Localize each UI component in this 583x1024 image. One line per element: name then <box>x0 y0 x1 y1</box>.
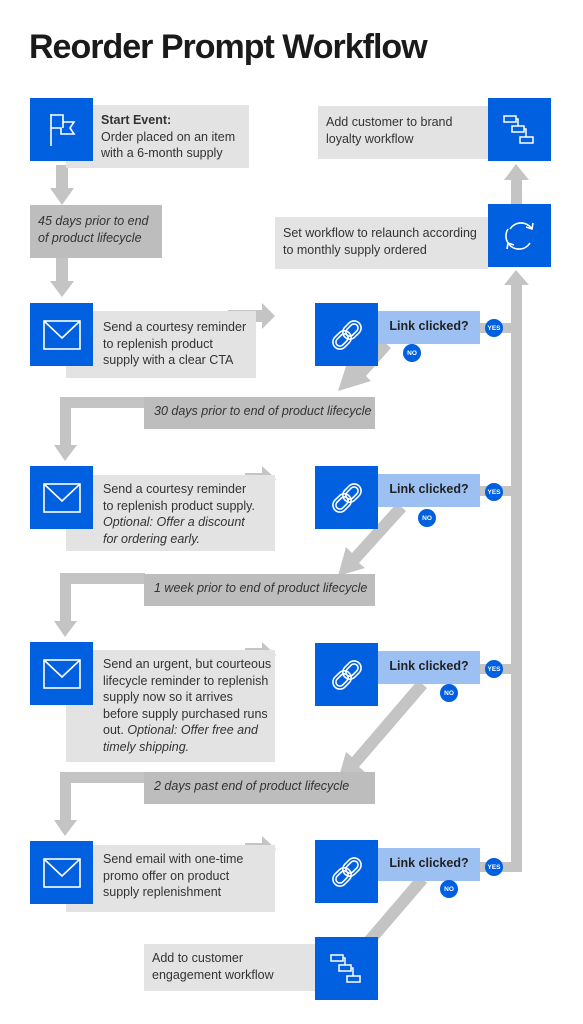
workflow-icon <box>502 114 534 144</box>
timing-text: 45 days prior to end <box>38 214 149 228</box>
elbow-2 <box>60 772 145 783</box>
step-optional-text: timely shipping. <box>103 739 190 754</box>
timing-band-45-days: 45 days prior to end of product lifecycl… <box>30 205 162 258</box>
refresh-icon <box>504 221 534 250</box>
no-badge: NO <box>440 684 458 702</box>
decision-3-label: Link clicked? <box>378 651 480 684</box>
step-text: to replenish product <box>103 336 213 351</box>
envelope-icon <box>42 319 81 350</box>
envelope-icon <box>42 857 81 888</box>
connector-45-down <box>56 258 68 283</box>
engagement-text: engagement workflow <box>152 967 274 982</box>
engagement-tile[interactable] <box>315 937 378 1000</box>
decision-2-tile[interactable] <box>315 466 378 529</box>
relaunch-text: to monthly supply ordered <box>283 242 427 257</box>
step-text: promo offer on product <box>103 868 230 883</box>
step-1-tile[interactable] <box>30 303 93 366</box>
no-badge: NO <box>403 344 421 362</box>
step-3-box: Send an urgent, but courteous lifecycle … <box>66 650 275 762</box>
step-4-tile[interactable] <box>30 841 93 904</box>
step-optional-text: Optional: Offer free and <box>127 723 258 737</box>
start-event-tile[interactable] <box>30 98 93 161</box>
link-icon <box>331 482 362 513</box>
relaunch-box: Set workflow to relaunch according to mo… <box>275 217 488 269</box>
step-3-tile[interactable] <box>30 642 93 705</box>
elbow-30 <box>60 397 145 408</box>
step-2-box: Send a courtesy reminder to replenish pr… <box>66 475 275 551</box>
decision-4-label: Link clicked? <box>378 848 480 881</box>
arrow-head <box>504 164 529 180</box>
envelope-icon <box>42 482 81 513</box>
step-text: out. <box>103 723 124 737</box>
decision-3-tile[interactable] <box>315 643 378 706</box>
yes-badge: YES <box>485 319 503 337</box>
workflow-icon <box>329 953 361 983</box>
yes-badge: YES <box>485 483 503 501</box>
no-badge: NO <box>418 509 436 527</box>
step-text: Send email with one-time <box>103 852 244 866</box>
start-event-line: Order placed on an item <box>101 129 236 144</box>
engagement-box: Add to customer engagement workflow <box>144 944 324 991</box>
step-optional-text: for ordering early. <box>103 531 201 546</box>
step-1-box: Send a courtesy reminder to replenish pr… <box>66 311 256 378</box>
decision-2-label: Link clicked? <box>378 474 480 507</box>
step-text: supply now so it arrives <box>103 690 233 704</box>
loyalty-text: Add customer to brand <box>326 115 453 129</box>
step-text: supply replenishment <box>103 885 222 899</box>
step-4-box: Send email with one-time promo offer on … <box>66 845 275 912</box>
link-icon <box>331 319 362 350</box>
step-text: Send a courtesy reminder <box>103 482 247 496</box>
step-optional-text: Optional: Offer a discount <box>103 515 245 529</box>
relaunch-text: Set workflow to relaunch according <box>283 226 477 240</box>
yes-trunk <box>511 283 522 872</box>
step-2-tile[interactable] <box>30 466 93 529</box>
loyalty-tile[interactable] <box>488 98 551 161</box>
step-text: lifecycle reminder to replenish <box>103 673 269 688</box>
no-badge: NO <box>440 880 458 898</box>
step-text: to replenish product supply. <box>103 498 255 513</box>
elbow-7 <box>60 573 145 584</box>
arrow-head <box>504 270 529 285</box>
timing-band-2-days: 2 days past end of product lifecycle <box>144 772 375 804</box>
arrow-head <box>54 445 77 461</box>
step-text: Send an urgent, but courteous <box>103 657 272 671</box>
start-event-heading: Start Event: <box>101 113 172 127</box>
loyalty-box: Add customer to brand loyalty workflow <box>318 106 488 159</box>
yes-badge: YES <box>485 660 503 678</box>
link-icon <box>331 856 362 887</box>
arrow-head <box>54 820 77 836</box>
relaunch-tile[interactable] <box>488 204 551 267</box>
yes-badge: YES <box>485 858 503 876</box>
decision-1-tile[interactable] <box>315 303 378 366</box>
link-icon <box>331 659 362 690</box>
timing-text: of product lifecycle <box>38 231 142 245</box>
flag-icon <box>49 113 75 146</box>
step-text: before supply purchased runs <box>103 706 268 721</box>
engagement-text: Add to customer <box>152 951 244 965</box>
step-text: Send a courtesy reminder <box>103 320 247 334</box>
decision-1-label: Link clicked? <box>378 311 480 344</box>
arrow-head <box>50 188 74 205</box>
connector-start-down <box>56 165 68 190</box>
loyalty-text: loyalty workflow <box>326 131 414 146</box>
start-event-line: with a 6-month supply <box>101 146 223 160</box>
arrow-head <box>54 621 77 637</box>
step-text: supply with a clear CTA <box>103 353 234 367</box>
decision-4-tile[interactable] <box>315 840 378 903</box>
timing-band-30-days: 30 days prior to end of product lifecycl… <box>144 397 375 429</box>
start-event-box: Start Event: Order placed on an item wit… <box>66 105 249 168</box>
arrow-head <box>50 281 74 297</box>
timing-band-1-week: 1 week prior to end of product lifecycle <box>144 574 375 606</box>
envelope-icon <box>42 658 81 689</box>
